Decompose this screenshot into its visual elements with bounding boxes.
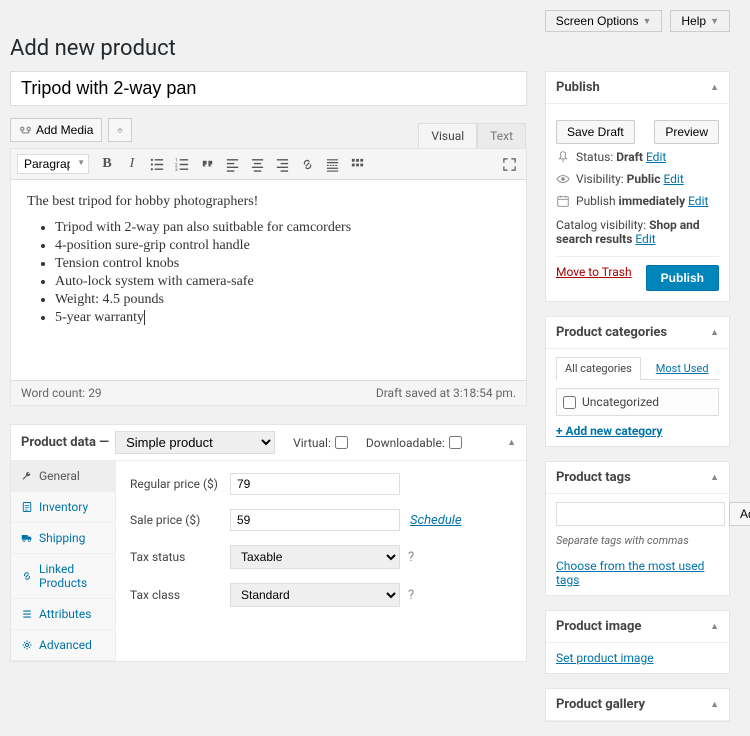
collapse-toggle[interactable]: ▲ [507,437,516,448]
tab-text[interactable]: Text [477,123,526,148]
bullet-list-button[interactable] [146,153,168,175]
editor-toolbar: Paragraph B I 123 [11,149,526,180]
fullscreen-button[interactable] [498,153,520,175]
edit-catalog-link[interactable]: Edit [635,232,655,246]
preview-button[interactable]: Preview [654,120,719,144]
add-new-category-link[interactable]: + Add new category [556,424,662,438]
tag-input[interactable] [556,502,725,526]
tab-all-categories[interactable]: All categories [556,357,641,380]
italic-button[interactable]: I [121,153,143,175]
pin-icon [556,150,570,164]
nav-shipping[interactable]: Shipping [11,523,115,554]
add-tag-button[interactable]: Add [729,502,750,526]
edit-status-link[interactable]: Edit [646,150,666,164]
uncategorized-checkbox[interactable] [563,396,576,409]
eye-icon [556,172,570,186]
wrench-icon [21,470,33,482]
align-left-button[interactable] [221,153,243,175]
downloadable-checkbox[interactable] [449,436,462,449]
word-count: Word count: 29 [21,386,102,400]
svg-text:3: 3 [175,167,178,172]
sale-price-input[interactable] [230,509,400,531]
chevron-up-icon: ▲ [710,82,719,93]
bullet-item: 5-year warranty [55,310,510,326]
media-icon [19,124,32,137]
draft-saved-status: Draft saved at 3:18:54 pm. [376,386,516,400]
bullet-item: 4-position sure-grip control handle [55,238,510,254]
product-data-header: Product data — Simple product Virtual: D… [11,425,526,461]
bullet-item: Tension control knobs [55,256,510,272]
truck-icon [21,532,33,544]
editor-intro: The best tripod for hobby photographers! [27,194,510,210]
nav-general[interactable]: General [11,461,115,492]
bullet-item: Tripod with 2-way pan also suitbable for… [55,220,510,236]
add-media-button[interactable]: Add Media [10,118,102,142]
nav-advanced[interactable]: Advanced [11,630,115,661]
product-type-select[interactable]: Simple product [115,431,275,454]
nav-inventory[interactable]: Inventory [11,492,115,523]
product-title-input[interactable] [10,71,527,106]
quote-button[interactable] [196,153,218,175]
gear-icon [21,639,33,651]
virtual-checkbox[interactable] [335,436,348,449]
screen-options-button[interactable]: Screen Options ▼ [545,10,663,32]
set-product-image-link[interactable]: Set product image [556,651,654,665]
gallery-header[interactable]: Product gallery▲ [546,689,729,721]
bold-button[interactable]: B [96,153,118,175]
tag-hint: Separate tags with commas [556,534,719,547]
bullet-item: Auto-lock system with camera-safe [55,274,510,290]
page-title: Add new product [10,36,730,61]
publish-header[interactable]: Publish▲ [546,72,729,104]
chevron-up-icon: ▲ [710,621,719,632]
move-to-trash-link[interactable]: Move to Trash [556,265,632,291]
tags-header[interactable]: Product tags▲ [546,462,729,494]
chevron-down-icon: ▼ [642,16,651,26]
help-icon[interactable]: ? [408,550,414,565]
chevron-up-icon: ▲ [710,472,719,483]
list-icon [21,608,33,620]
chevron-up-icon: ▲ [710,327,719,338]
nav-linked[interactable]: Linked Products [11,554,115,599]
tax-status-select[interactable]: Taxable [230,545,400,569]
choose-tags-link[interactable]: Choose from the most used tags [556,559,704,587]
tab-visual[interactable]: Visual [418,123,477,148]
toolbar-toggle-button[interactable] [346,153,368,175]
tab-most-used[interactable]: Most Used [647,357,718,379]
bullet-item: Weight: 4.5 pounds [55,292,510,308]
regular-price-input[interactable] [230,473,400,495]
clipboard-icon [21,501,33,513]
basket-button[interactable] [108,118,132,142]
save-draft-button[interactable]: Save Draft [556,120,635,144]
image-header[interactable]: Product image▲ [546,611,729,643]
tax-class-select[interactable]: Standard [230,583,400,607]
insert-more-button[interactable] [321,153,343,175]
calendar-icon [556,194,570,208]
edit-publish-link[interactable]: Edit [688,194,708,208]
number-list-button[interactable]: 123 [171,153,193,175]
nav-attributes[interactable]: Attributes [11,599,115,630]
link-button[interactable] [296,153,318,175]
align-right-button[interactable] [271,153,293,175]
schedule-link[interactable]: Schedule [410,513,462,528]
align-center-button[interactable] [246,153,268,175]
categories-header[interactable]: Product categories▲ [546,317,729,349]
publish-button[interactable]: Publish [646,265,719,291]
chevron-up-icon: ▲ [710,699,719,710]
format-select[interactable]: Paragraph [17,154,89,174]
chevron-down-icon: ▼ [710,16,719,26]
help-button[interactable]: Help ▼ [670,10,730,32]
editor-content[interactable]: The best tripod for hobby photographers!… [11,180,526,380]
cube-icon [117,124,123,137]
edit-visibility-link[interactable]: Edit [663,172,683,186]
link-icon [21,570,33,582]
